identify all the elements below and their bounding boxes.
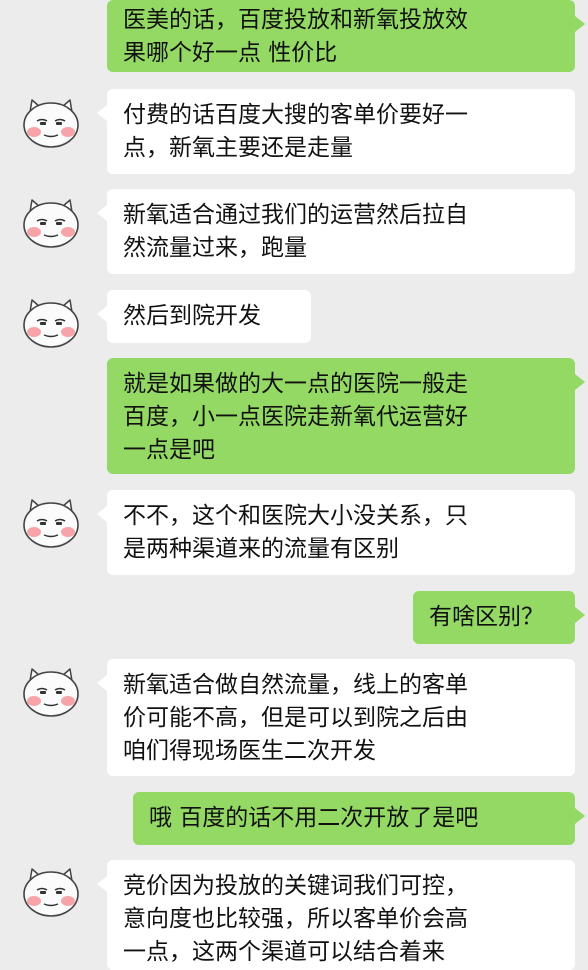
contact-avatar-icon[interactable]: [20, 192, 82, 254]
message-bubble-incoming[interactable]: 新氧适合做自然流量，线上的客单 价可能不高，但是可以到院之后由 咱们得现场医生二…: [97, 659, 575, 776]
message-bubble-incoming[interactable]: 竞价因为投放的关键词我们可控， 意向度也比较强，所以客单价会高 一点，这两个渠道…: [97, 860, 575, 970]
message-bubble-outgoing[interactable]: 医美的话，百度投放和新氧投放效 果哪个好一点 性价比: [107, 0, 585, 72]
pig-cartoon-avatar-icon: [23, 299, 79, 348]
message-bubble-outgoing[interactable]: 有啥区别？: [413, 591, 585, 644]
pig-cartoon-avatar-icon: [23, 668, 79, 717]
message-bubble-incoming[interactable]: 然后到院开发: [97, 290, 311, 343]
contact-avatar-icon[interactable]: [20, 92, 82, 154]
message-bubble-incoming[interactable]: 不不，这个和医院大小没关系，只 是两种渠道来的流量有区别: [97, 490, 575, 575]
pig-cartoon-avatar-icon: [23, 499, 79, 548]
message-bubble-outgoing[interactable]: 就是如果做的大一点的医院一般走 百度，小一点医院走新氧代运营好 一点是吧: [107, 358, 585, 474]
chat-view[interactable]: 医美的话，百度投放和新氧投放效 果哪个好一点 性价比 付费的话百度大搜的客单价要…: [0, 0, 588, 970]
contact-avatar-icon[interactable]: [20, 492, 82, 554]
pig-cartoon-avatar-icon: [23, 199, 79, 248]
pig-cartoon-avatar-icon: [23, 99, 79, 148]
message-bubble-outgoing[interactable]: 哦 百度的话不用二次开放了是吧: [133, 792, 585, 845]
contact-avatar-icon[interactable]: [20, 861, 82, 923]
message-bubble-incoming[interactable]: 付费的话百度大搜的客单价要好一 点，新氧主要还是走量: [97, 89, 575, 174]
message-bubble-incoming[interactable]: 新氧适合通过我们的运营然后拉自 然流量过来，跑量: [97, 189, 575, 274]
contact-avatar-icon[interactable]: [20, 292, 82, 354]
pig-cartoon-avatar-icon: [23, 868, 79, 917]
contact-avatar-icon[interactable]: [20, 661, 82, 723]
